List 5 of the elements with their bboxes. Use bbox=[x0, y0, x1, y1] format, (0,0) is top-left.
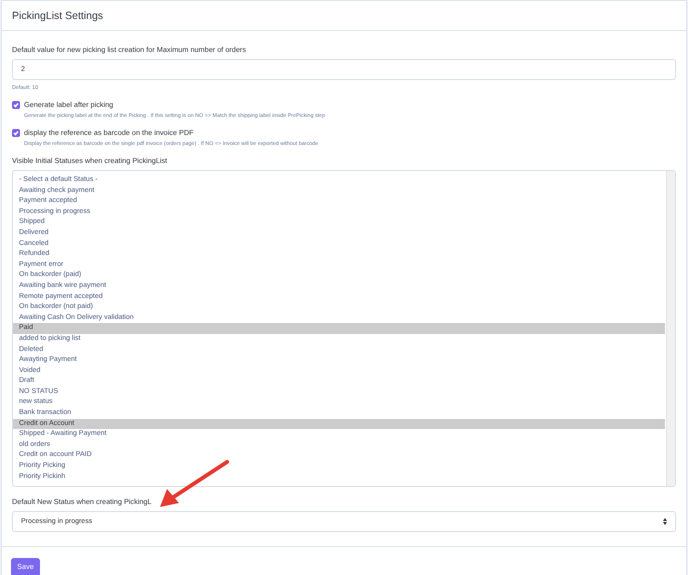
checkbox[interactable] bbox=[12, 129, 20, 137]
sort-icon bbox=[663, 518, 667, 525]
checkbox[interactable] bbox=[12, 101, 20, 109]
card-title: PickingList Settings bbox=[2, 1, 686, 31]
scrollbar[interactable] bbox=[666, 171, 675, 486]
